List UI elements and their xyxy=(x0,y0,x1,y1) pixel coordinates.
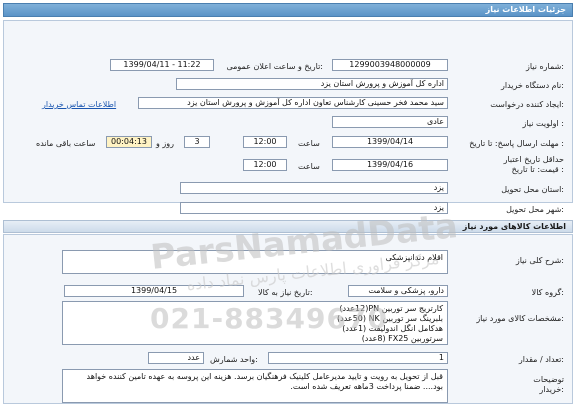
announce-label: تاریخ و ساعت اعلان عمومی: xyxy=(226,62,323,71)
buyer-notes-label-line1: توضیحات xyxy=(533,375,564,384)
need-summary-label: شرح کلی نیاز: xyxy=(515,256,564,265)
validity-date-field: 1399/04/16 xyxy=(332,159,448,171)
priority-field: عادی xyxy=(332,116,448,128)
city-label: شهر محل تحویل: xyxy=(506,205,564,214)
buyer-contact-link[interactable]: اطلاعات تماس خریدار xyxy=(42,100,116,109)
days-remaining-field: 3 xyxy=(184,136,210,148)
creator-field: سید محمد فخر حسینی کارشناس تعاون اداره ک… xyxy=(138,97,448,109)
deadline-date-field: 1399/04/14 xyxy=(332,136,448,148)
spec-line: سرتوربین FX25 (8عدد) xyxy=(361,334,443,343)
province-label: استان محل تحویل: xyxy=(501,185,564,194)
quantity-field: 1 xyxy=(268,352,448,364)
quantity-label: تعداد / مقدار: xyxy=(518,355,564,364)
time-remaining-field: 00:04:13 xyxy=(106,136,152,148)
buyer-notes-label-line2: خریدار: xyxy=(539,385,564,394)
specs-label: مشخصات کالای مورد نیاز: xyxy=(476,314,564,323)
creator-label: ایجاد کننده درخواست: xyxy=(490,100,564,109)
validity-label-line2: قیمت: تا تاریخ : xyxy=(511,165,564,174)
province-field: یزد xyxy=(180,182,448,194)
days-label: روز و xyxy=(156,139,174,148)
buyer-notes-field: قبل از تحویل به رویت و تایید مدیرعامل کل… xyxy=(62,369,448,403)
deadline-label: مهلت ارسال پاسخ: تا تاریخ : xyxy=(469,139,564,148)
need-number-field: 1299003948000009 xyxy=(332,59,448,71)
goods-group-field: دارو، پزشکی و سلامت xyxy=(348,285,448,297)
need-date-label: تاریخ نیاز به کالا: xyxy=(258,288,313,297)
buyer-org-field: اداره کل آموزش و پرورش استان یزد xyxy=(176,78,448,90)
buyer-org-label: نام دستگاه خریدار: xyxy=(500,81,564,90)
deadline-time-field: 12:00 xyxy=(243,136,287,148)
need-info-panel xyxy=(3,20,573,203)
validity-time-label: ساعت xyxy=(298,162,320,171)
priority-label: اولویت نیاز : xyxy=(522,119,564,128)
time-remaining-label: ساعت باقی مانده xyxy=(36,139,96,148)
goods-group-label: گروه کالا: xyxy=(531,288,564,297)
validity-label-line1: حداقل تاریخ اعتبار xyxy=(503,155,564,164)
deadline-time-label: ساعت xyxy=(298,139,320,148)
unit-label: واحد شمارش: xyxy=(210,355,258,364)
validity-time-field: 12:00 xyxy=(243,159,287,171)
need-number-label: شماره نیاز: xyxy=(525,62,564,71)
window-title: جزئیات اطلاعات نیاز xyxy=(3,3,573,17)
watermark-phone: 021-88349670 xyxy=(150,302,388,335)
announce-field: 1399/04/11 - 11:22 xyxy=(110,59,214,71)
unit-field: عدد xyxy=(148,352,204,364)
